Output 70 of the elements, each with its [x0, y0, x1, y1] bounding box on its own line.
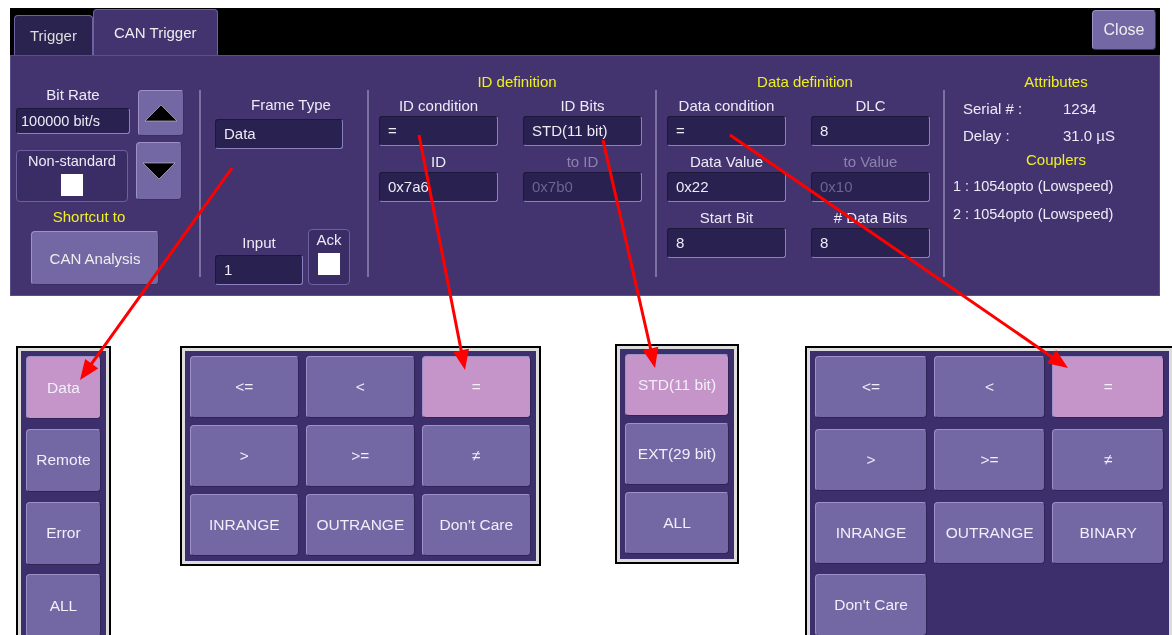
option-button[interactable]: Don't Care: [421, 494, 531, 556]
input-field[interactable]: 0x7a6: [379, 172, 498, 202]
attribute-label: Delay :: [963, 126, 1011, 146]
close-button[interactable]: Close: [1092, 10, 1156, 50]
bit-rate-field[interactable]: 100000 bit/s: [16, 108, 130, 134]
option-button[interactable]: BINARY: [1052, 501, 1164, 564]
field-label: Input: [242, 233, 276, 253]
tab[interactable]: CAN Trigger: [92, 9, 218, 55]
option-button[interactable]: >: [189, 425, 299, 487]
input-field[interactable]: =: [667, 116, 786, 146]
frame-type-field[interactable]: Data: [215, 119, 343, 149]
option-button[interactable]: INRANGE: [189, 494, 299, 556]
option-button[interactable]: INRANGE: [815, 501, 927, 564]
option-button[interactable]: >=: [305, 425, 415, 487]
input-field[interactable]: 8: [811, 116, 930, 146]
coupler-text: 2 : 1054opto (Lowspeed): [953, 205, 1115, 224]
option-button[interactable]: ≠: [421, 425, 531, 487]
decrement-button[interactable]: [136, 142, 182, 200]
input-field[interactable]: 8: [667, 228, 786, 258]
input-field[interactable]: 8: [811, 228, 930, 258]
section-heading: Couplers: [1025, 151, 1087, 168]
option-button[interactable]: STD(11 bit): [624, 354, 730, 416]
down-triangle-icon: [142, 162, 176, 180]
coupler-text: 1 : 1054opto (Lowspeed): [953, 177, 1115, 196]
option-button[interactable]: ≠: [1052, 428, 1164, 491]
option-button[interactable]: <: [305, 356, 415, 418]
field-label: Data condition: [678, 96, 775, 116]
field-label: Bit Rate: [46, 85, 100, 105]
field-label: Frame Type: [251, 95, 331, 115]
field-label: ID condition: [398, 96, 479, 116]
checkbox-label: Non-standard: [28, 152, 116, 171]
option-button[interactable]: <: [933, 356, 1046, 418]
option-button[interactable]: >=: [933, 428, 1046, 491]
option-button[interactable]: ALL: [26, 574, 101, 635]
attribute-value: 31.0 µS: [1063, 126, 1115, 146]
increment-button[interactable]: [138, 90, 184, 136]
input-field[interactable]: 0x22: [667, 172, 786, 202]
input-field[interactable]: STD(11 bit): [523, 116, 642, 146]
option-button[interactable]: Data: [26, 356, 101, 419]
field-label: to Value: [843, 152, 898, 172]
attribute-label: Serial # :: [963, 99, 1024, 119]
checkbox[interactable]: [318, 253, 340, 275]
option-button[interactable]: >: [815, 428, 927, 491]
input-field[interactable]: =: [379, 116, 498, 146]
option-button[interactable]: OUTRANGE: [305, 494, 415, 556]
field-label: to ID: [566, 152, 599, 172]
section-heading: Shortcut to: [51, 208, 127, 226]
option-button[interactable]: <=: [189, 356, 299, 418]
attribute-value: 1234: [1063, 99, 1097, 119]
section-heading: Data definition: [756, 72, 854, 92]
field-label: DLC: [855, 96, 886, 116]
option-button[interactable]: OUTRANGE: [933, 501, 1046, 564]
field-label: ID Bits: [560, 96, 605, 116]
option-button[interactable]: ALL: [624, 492, 730, 554]
field-label: ID: [431, 152, 446, 172]
option-button[interactable]: Error: [26, 501, 101, 565]
option-button[interactable]: Don't Care: [815, 574, 927, 635]
checkbox-label: Ack: [316, 230, 342, 250]
tab[interactable]: Trigger: [14, 15, 93, 55]
option-button[interactable]: EXT(29 bit): [624, 423, 730, 485]
field-label: Data Value: [689, 152, 764, 172]
section-heading: Attributes: [1023, 72, 1089, 92]
section-heading: ID definition: [476, 72, 558, 92]
checkbox[interactable]: [61, 174, 83, 196]
up-triangle-icon: [144, 104, 178, 122]
option-button[interactable]: Remote: [26, 428, 101, 492]
field-label: Start Bit: [699, 208, 754, 228]
can-analysis-button[interactable]: CAN Analysis: [31, 231, 159, 285]
option-button[interactable]: <=: [815, 356, 927, 418]
input-field[interactable]: 1: [215, 255, 303, 285]
